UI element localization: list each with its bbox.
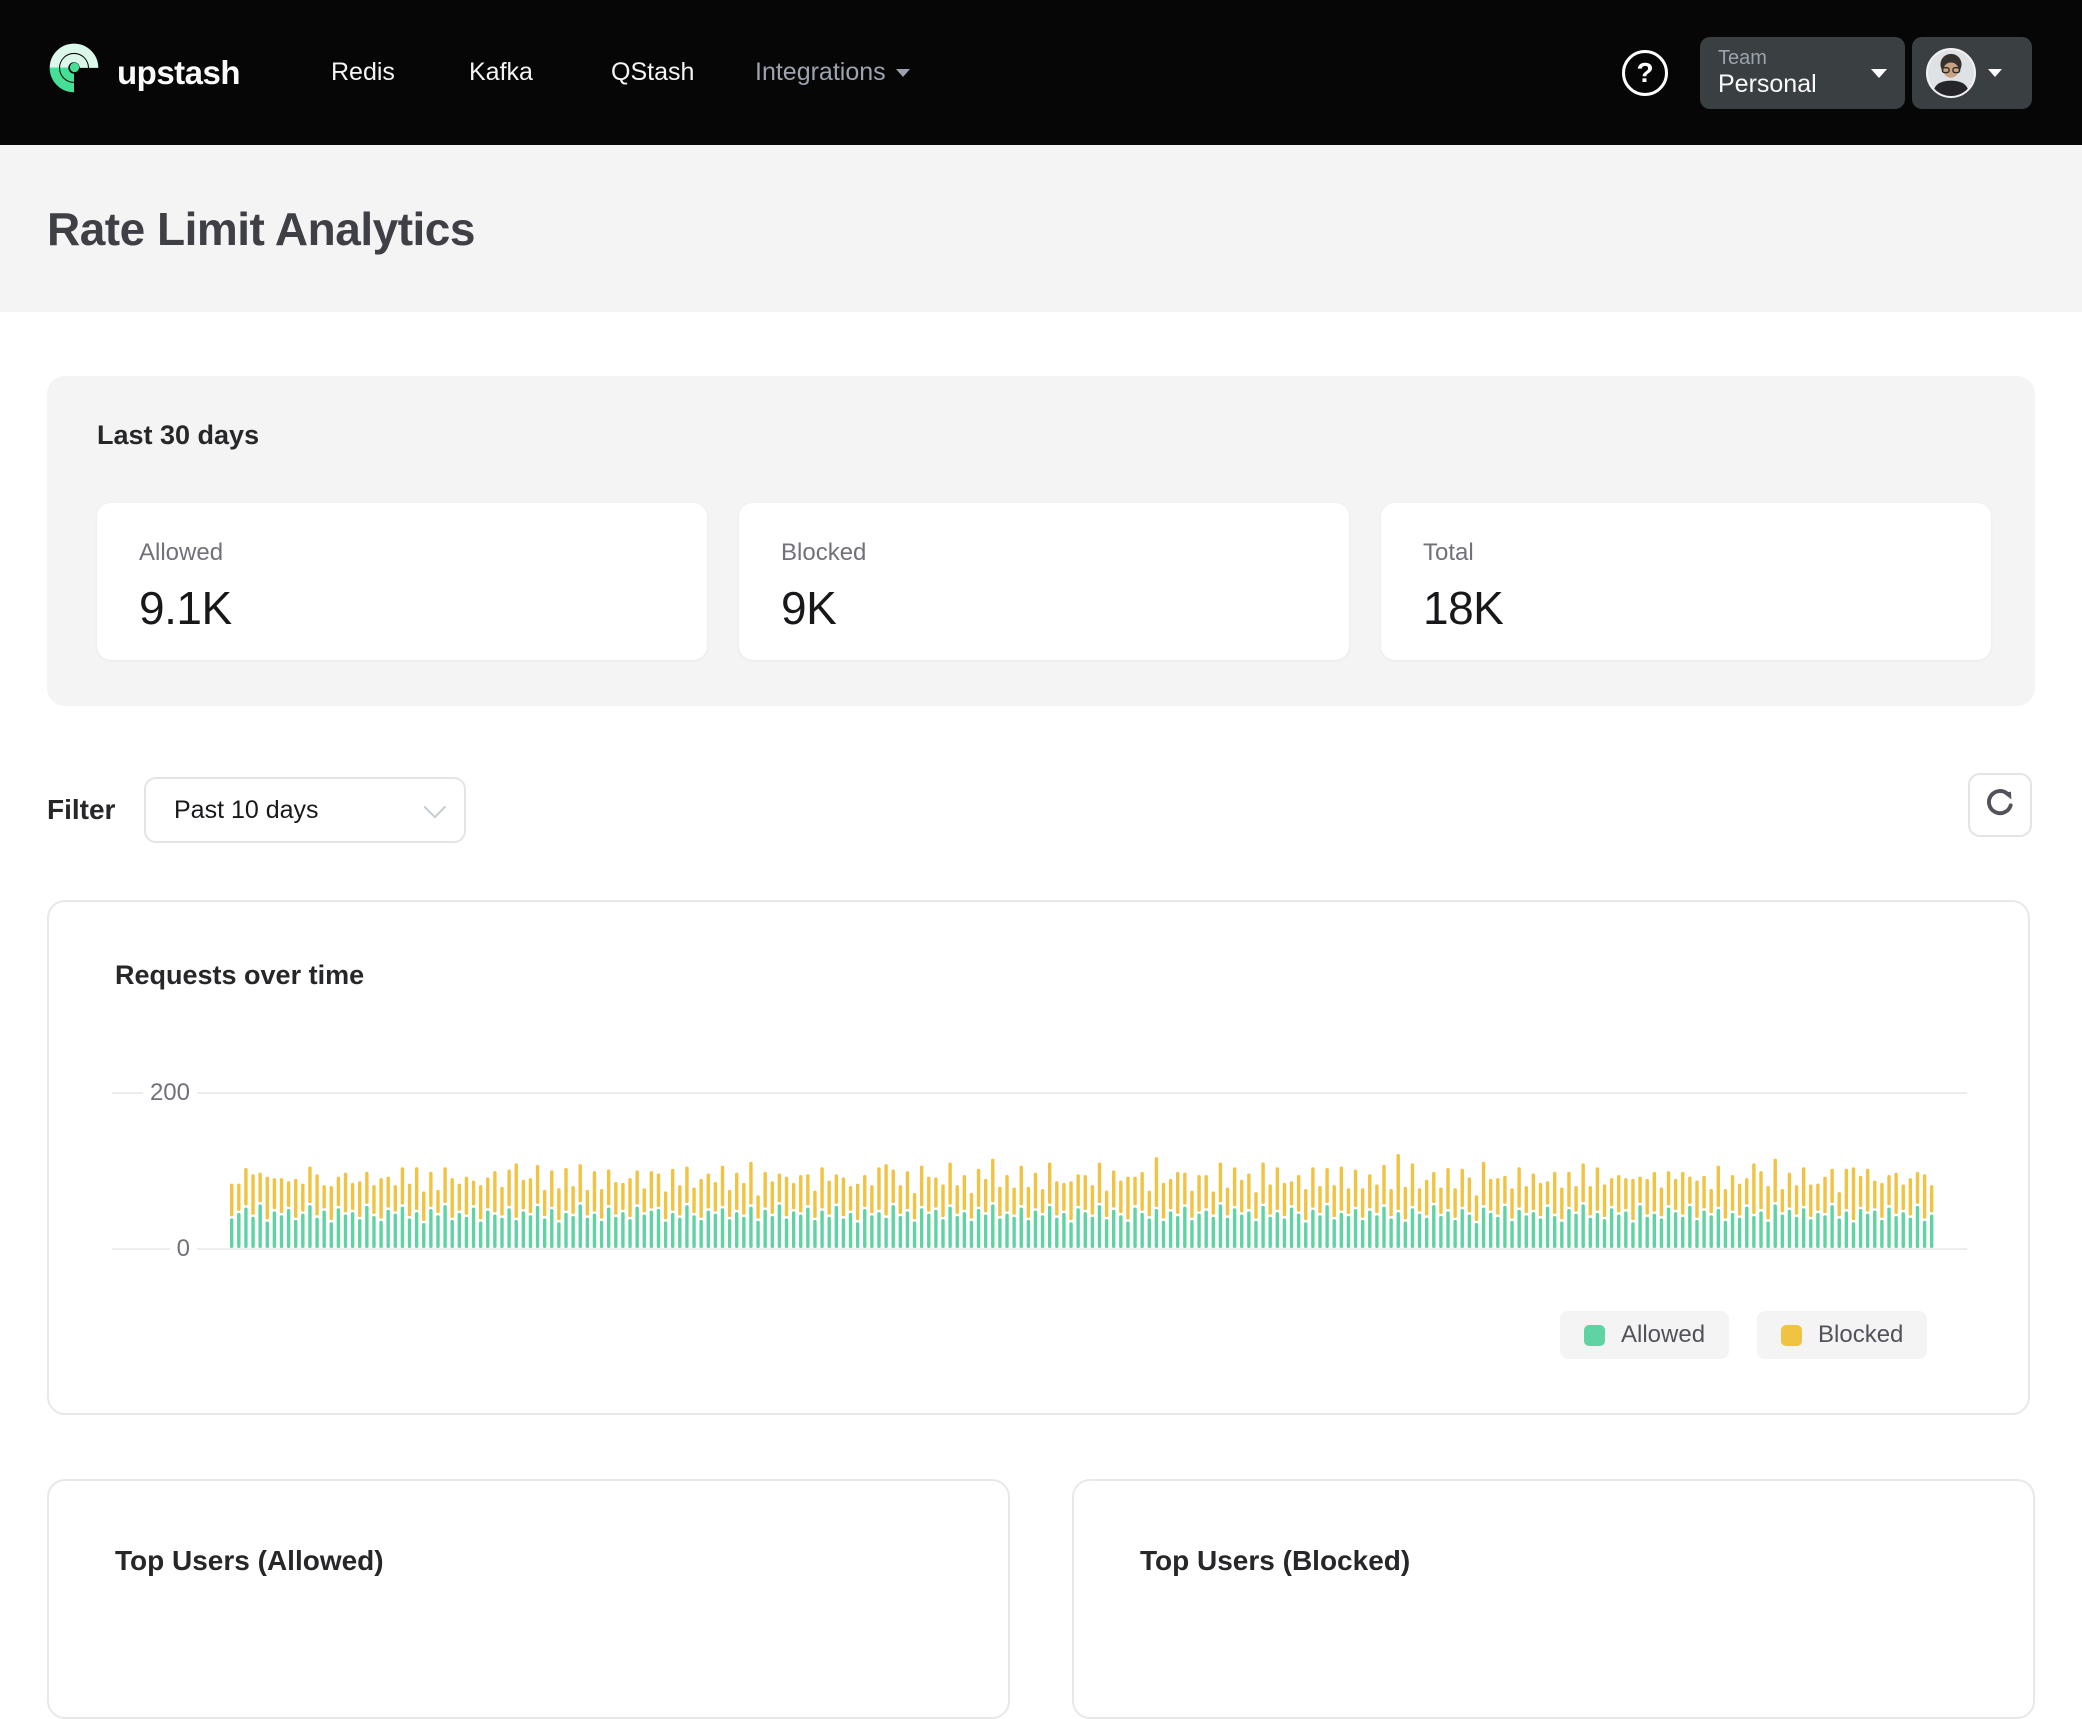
stat-value: 18K (1423, 581, 1949, 635)
nav-item-label: Integrations (755, 58, 886, 87)
summary-panel: Last 30 days Allowed 9.1K Blocked 9K Tot… (47, 376, 2035, 706)
nav-item-integrations[interactable]: Integrations (755, 0, 910, 145)
nav-item-redis[interactable]: Redis (331, 0, 395, 145)
legend-item-allowed[interactable]: Allowed (1560, 1311, 1729, 1359)
page-title: Rate Limit Analytics (47, 202, 475, 256)
nav-item-qstash[interactable]: QStash (611, 0, 694, 145)
top-users-blocked-title: Top Users (Blocked) (1140, 1545, 1410, 1577)
legend-swatch-blocked (1781, 1325, 1802, 1346)
stat-card-total: Total 18K (1381, 503, 1991, 660)
team-value: Personal (1718, 70, 1817, 99)
legend-label: Blocked (1818, 1321, 1903, 1349)
chevron-down-icon (896, 69, 910, 77)
upstash-logo[interactable]: upstash (47, 0, 240, 145)
legend-swatch-allowed (1584, 1325, 1605, 1346)
chevron-down-icon (1871, 69, 1887, 78)
top-navbar: upstash Redis Kafka QStash Integrations … (0, 0, 2082, 145)
filter-label: Filter (47, 777, 115, 843)
help-button[interactable]: ? (1622, 50, 1668, 96)
top-users-allowed-title: Top Users (Allowed) (115, 1545, 384, 1577)
top-users-blocked-card: Top Users (Blocked) (1072, 1479, 2035, 1719)
nav-item-label: Redis (331, 58, 395, 87)
refresh-icon (1982, 785, 2018, 826)
top-users-allowed-card: Top Users (Allowed) (47, 1479, 1010, 1719)
stat-card-blocked: Blocked 9K (739, 503, 1349, 660)
brand-name: upstash (117, 54, 240, 92)
nav-item-kafka[interactable]: Kafka (469, 0, 533, 145)
page-header: Rate Limit Analytics (0, 145, 2082, 312)
requests-chart-card: Requests over time 200 0 Allowed Blocked (47, 900, 2030, 1415)
stat-label: Allowed (139, 539, 665, 567)
summary-title: Last 30 days (97, 420, 259, 451)
stat-card-allowed: Allowed 9.1K (97, 503, 707, 660)
chevron-down-icon (1988, 69, 2002, 77)
upstash-logo-icon (47, 40, 101, 105)
stat-label: Blocked (781, 539, 1307, 567)
chevron-down-icon (424, 796, 447, 819)
filter-selected-value: Past 10 days (174, 796, 319, 825)
avatar (1926, 48, 1976, 98)
legend-item-blocked[interactable]: Blocked (1757, 1311, 1927, 1359)
question-mark-icon: ? (1636, 57, 1653, 89)
filter-range-select[interactable]: Past 10 days (144, 777, 466, 843)
team-switcher-button[interactable]: Team Personal (1700, 37, 1905, 109)
stat-value: 9K (781, 581, 1307, 635)
stat-value: 9.1K (139, 581, 665, 635)
legend-label: Allowed (1621, 1321, 1705, 1349)
stat-label: Total (1423, 539, 1949, 567)
requests-stacked-bars (49, 902, 2032, 1417)
nav-item-label: QStash (611, 58, 694, 87)
refresh-button[interactable] (1968, 773, 2032, 837)
team-label: Team (1718, 47, 1817, 70)
account-menu-button[interactable] (1912, 37, 2032, 109)
nav-item-label: Kafka (469, 58, 533, 87)
